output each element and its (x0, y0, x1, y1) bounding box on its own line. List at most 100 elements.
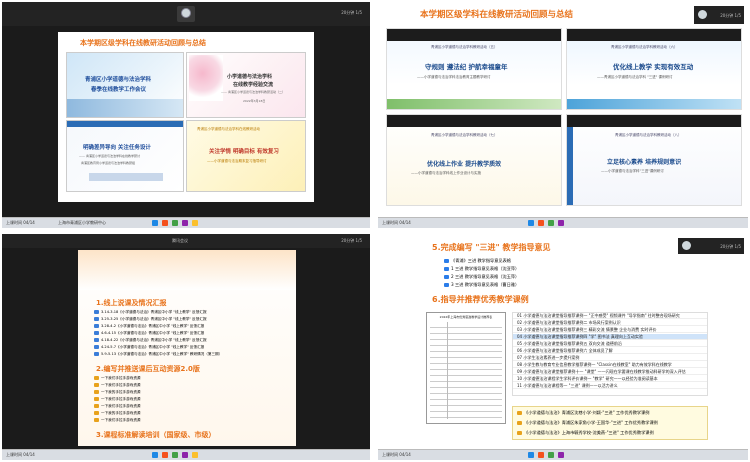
card-sub: ——小学道德与法治期末复习指导研讨 (207, 159, 267, 163)
app-icon[interactable] (548, 220, 554, 226)
app-icon[interactable] (152, 220, 158, 226)
app-icon[interactable] (538, 220, 544, 226)
flower-decoration (189, 55, 223, 101)
list-item[interactable]: 4.6-4.15《小学道德与法治》青浦区中小学 "线上教学" 反馈汇报 (94, 331, 222, 338)
doc-icon (94, 331, 99, 335)
list-item[interactable]: 《小学道德与法治》青浦区沈巷小学-刘颖-"三进" 工作优秀教学课例 (517, 410, 649, 416)
list-item[interactable]: 一下我们手拉手游戏资源 (94, 418, 141, 425)
table-row[interactable]: 01 小学道德与法治课堂指导推荐课例一 "正中感受" 视频课件 "导学指南" 往… (513, 313, 707, 319)
app-icon[interactable] (538, 452, 544, 458)
app-icon[interactable] (558, 452, 564, 458)
list-item[interactable]: 一下我们手拉手游戏资源 (94, 404, 141, 411)
section-title-6: 6.指导并推荐优秀教学课例 (432, 295, 529, 304)
card-decoration (67, 99, 183, 117)
table-row[interactable]: 05 小学道德与法治课堂指导推荐课例五 双向交流 道德前沿 (513, 341, 707, 347)
card-meeting-1: 青浦区小学道德与法治学科 春季在线教学工作会议 (66, 52, 184, 118)
table-row[interactable]: 11 小学道德与法治课程等一 "三进" 课例——以活力讲义 (513, 383, 707, 389)
table-row[interactable]: 08 小学生教与教育专业信息教学推荐课例一 "Classin在线教室" 助力有效… (513, 362, 707, 368)
app-icon[interactable] (192, 452, 198, 458)
table-row[interactable]: 10 小学道德法治课程学生学科评价课例一 "教学" 研究一一以经验为准阅读基本 (513, 376, 707, 382)
card-sub: —— 青浦区小学道德与法治学科教研活动（二） (221, 90, 285, 94)
card-side-bar (567, 127, 573, 205)
participant-video[interactable] (177, 6, 195, 22)
card-line1: 立足核心素养 培养规则意识 (607, 159, 682, 166)
app-icon[interactable] (172, 220, 178, 226)
app-icon[interactable] (558, 220, 564, 226)
screenshot-top-left: 20分钟 1/5 本学期区级学科在线教研活动回顾与总结 青浦区小学道德与法治学科… (2, 2, 370, 228)
taskbar: 上课时间 04/14 上海市青浦区小学教研中心 (2, 217, 370, 228)
table-row-selected[interactable]: 04 小学道德与法治课堂指导推荐课例四 "学" 图书法 真理向上互动实验 (513, 334, 707, 340)
card-sub2: 青浦区教育局小学道德与法治学科教研组 (81, 161, 136, 165)
word-doc-icon (444, 259, 449, 263)
folder-icon (517, 431, 522, 435)
list-item[interactable]: 4.18-4.22《小学道德与法治》青浦区中小学 "线上教学" 反馈汇报 (94, 338, 222, 345)
app-icon[interactable] (172, 452, 178, 458)
grass-decoration (387, 99, 561, 109)
app-icon[interactable] (528, 220, 534, 226)
table-row[interactable]: 03 小学道德与法治课堂指导推荐课例三 精彩交流 情景整 企业与消费 实时评价 (513, 327, 707, 333)
folder-icon (94, 397, 99, 401)
document-preview[interactable]: 2022年上海市优秀思政教学设计推荐表 (426, 312, 506, 424)
taskbar-label[interactable]: 上海市青浦区小学教研中心 (58, 220, 106, 227)
meeting-info: 20分钟 1/5 (341, 238, 362, 243)
doc-icon (94, 324, 99, 328)
list-item[interactable]: 3.14-3.18《小学道德与法治》青浦区中小学 "线上教学" 反馈汇报 (94, 310, 222, 317)
list-item[interactable]: 5.9-5.13《小学道德与法治》青浦区中小学 "线上教学" 教研情况（第三期） (94, 352, 222, 359)
table-row[interactable]: 09 小学道德与法治课堂推荐课例十一 "课堂" 一一闪现在学要课在线教学推动科研… (513, 369, 707, 375)
app-icon[interactable] (182, 452, 188, 458)
card-line1: 优化线上作业 提升教学质效 (427, 161, 502, 168)
table-row[interactable]: 07 小学生法治素养进一步提升案例 (513, 355, 707, 361)
document-title: 2022年上海市优秀思政教学设计推荐表 (439, 315, 493, 319)
folder-icon (94, 418, 99, 422)
doc-icon (94, 317, 99, 321)
app-icon[interactable] (548, 452, 554, 458)
app-icon[interactable] (528, 452, 534, 458)
avatar (698, 10, 707, 19)
slide: 1.线上说课及情况汇报 3.14-3.18《小学道德与法治》青浦区中小学 "线上… (78, 250, 296, 446)
list-item[interactable]: 《青浦》三进 教学指导意见表格 (444, 258, 519, 266)
taskbar: 上课时间 04/14 (378, 449, 748, 460)
list-item[interactable]: 一下我们手拉手游戏资源 (94, 397, 141, 404)
recommended-list: 《小学道德与法治》青浦区沈巷小学-刘颖-"三进" 工作优秀教学课例 《小学道德与… (512, 406, 708, 440)
screenshot-bottom-left: 腾讯会议 20分钟 1/5 1.线上说课及情况汇报 3.14-3.18《小学道德… (2, 234, 370, 460)
list-item[interactable]: 一下我的手拉手游戏资源 (94, 411, 141, 418)
list-item[interactable]: 《小学道德与法治》青浦区朱家角小学-王国华-"三进" 工作优秀教学课例 (517, 420, 658, 426)
slide-activity-8: 青浦区小学道德与法治学科教研活动（八） 立足核心素养 培养规则意识 ——小学道德… (566, 114, 742, 206)
table-divider (447, 322, 448, 419)
app-icon[interactable] (162, 452, 168, 458)
folder-icon (94, 390, 99, 394)
card-header-bar (67, 121, 183, 127)
list-item[interactable]: 4.24-5.7《小学道德与法治》青浦区中小学 "线上教学" 反馈汇报 (94, 345, 222, 352)
folder-icon (94, 383, 99, 387)
list-item[interactable]: 2 三进 教学指导意见表格（沈玉萍） (444, 274, 519, 282)
video-thumb[interactable]: 20分钟 1/5 (694, 6, 744, 24)
folder-icon (94, 404, 99, 408)
app-icon[interactable] (152, 452, 158, 458)
card-line2: 春季在线教学工作会议 (91, 87, 147, 93)
word-doc-icon (444, 275, 449, 279)
doc-icon (94, 310, 99, 314)
list-item[interactable]: 3 三进 教学指导意见表格（曹日雅） (444, 282, 519, 290)
list-item[interactable]: 一下我的手拉手游戏资源 (94, 390, 141, 397)
list-item[interactable]: 3.25-3.25《小学道德与法治》青浦区中小学 "线上教学" 反馈汇报 (94, 317, 222, 324)
wave-decoration (567, 99, 741, 109)
list-item[interactable]: 3.28-4.2《小学道德与法治》青浦区中小学 "线上教学" 反馈汇报 (94, 324, 222, 331)
slide-activity-5: 青浦区小学道德与法治学科教研活动（五） 守规则 遵法纪 护航幸福童年 ——小学道… (386, 28, 562, 110)
video-strip (387, 115, 561, 127)
video-strip (567, 115, 741, 127)
meeting-info: 20分钟 1/5 (720, 13, 741, 18)
app-icon[interactable] (162, 220, 168, 226)
list-item[interactable]: 一下我们手拉手游戏资源 (94, 383, 141, 390)
card-head: 青浦区小学道德与法治学科教研活动（七） (431, 133, 498, 137)
video-thumb[interactable]: 20分钟 1/5 (678, 238, 744, 254)
table-row[interactable]: 02 小学道德与法治课堂指导推荐课例二 市场风行案例认识 (513, 320, 707, 326)
card-meeting-4: 青浦区小学道德与法治学科在线教研活动 关注学情 明确目标 有效复习 ——小学道德… (186, 120, 306, 192)
list-item[interactable]: 《小学道德与法治》上海市毓秀学校-沈美燕-"三进" 工作优秀教学课例 (517, 430, 654, 436)
table-row[interactable]: 06 小学道德与法治课堂指导推荐课例六 全体成员了解 (513, 348, 707, 354)
list-item[interactable]: 一下我们手拉手游戏资源 (94, 376, 141, 383)
list-item[interactable]: 1 三进 教学指导意见表格（沈亚萍） (444, 266, 519, 274)
app-icon[interactable] (192, 220, 198, 226)
course-list: 01 小学道德与法治课堂指导推荐课例一 "正中感受" 视频课件 "导学指南" 往… (512, 312, 708, 396)
card-meeting-2: 小学道德与法治学科 在线教学经验交流 —— 青浦区小学道德与法治学科教研活动（二… (186, 52, 306, 118)
app-icon[interactable] (182, 220, 188, 226)
